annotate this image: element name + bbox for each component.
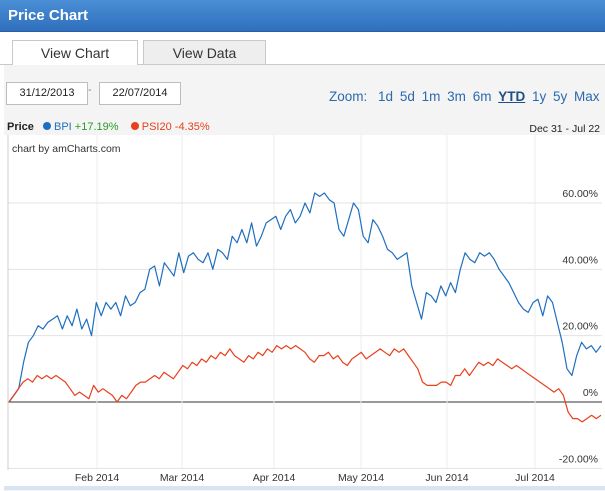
tab-bar: View Chart View Data — [0, 32, 605, 65]
series-line-psi20 — [8, 345, 602, 423]
date-range-label: Dec 31 - Jul 22 — [529, 123, 600, 135]
zoom-1m-button[interactable]: 1m — [422, 89, 441, 104]
x-tick-label: Apr 2014 — [253, 472, 296, 484]
legend-bpi-name[interactable]: BPI — [54, 121, 72, 133]
legend-psi20-name[interactable]: PSI20 — [142, 121, 172, 133]
zoom-5y-button[interactable]: 5y — [553, 89, 567, 104]
legend-bpi-change: +17.19% — [74, 121, 119, 133]
zoom-3m-button[interactable]: 3m — [447, 89, 466, 104]
chart-legend: Price BPI +17.19% PSI20 -4.35% — [7, 121, 210, 133]
date-to-input[interactable]: 22/07/2014 — [99, 82, 181, 105]
zoom-controls: Zoom: 1d 5d 1m 3m 6m YTD 1y 5y Max — [329, 89, 600, 104]
psi20-marker-icon — [130, 122, 139, 130]
y-tick-label: 60.00% — [562, 188, 598, 200]
chart-area: 60.00% 40.00% 20.00% 0% -20.00% Feb 2014 Mar 2… — [4, 135, 605, 490]
zoom-6m-button[interactable]: 6m — [473, 89, 492, 104]
x-tick-label: Mar 2014 — [160, 472, 205, 484]
y-tick-label: 0% — [583, 387, 598, 399]
chart-credit: chart by amCharts.com — [12, 143, 121, 155]
title-bar: Price Chart — [0, 0, 605, 32]
x-tick-label: Jun 2014 — [425, 472, 468, 484]
bpi-marker-icon — [42, 122, 51, 130]
zoom-ytd-button[interactable]: YTD — [498, 89, 525, 104]
y-tick-label: 40.00% — [562, 254, 598, 266]
x-tick-label: May 2014 — [338, 472, 384, 484]
legend-title: Price — [7, 121, 34, 133]
x-tick-label: Feb 2014 — [75, 472, 120, 484]
legend-psi20-change: -4.35% — [174, 121, 210, 133]
y-tick-label: 20.00% — [562, 321, 598, 333]
date-separator: - — [88, 84, 92, 96]
y-tick-label: -20.00% — [559, 453, 598, 465]
date-from-input[interactable]: 31/12/2013 — [6, 82, 88, 105]
series-line-bpi — [8, 192, 602, 403]
x-tick-label: Jul 2014 — [515, 472, 555, 484]
price-chart[interactable]: 60.00% 40.00% 20.00% 0% -20.00% Feb 2014 Mar 2… — [4, 135, 605, 490]
zoom-1y-button[interactable]: 1y — [532, 89, 546, 104]
zoom-1d-button[interactable]: 1d — [378, 89, 393, 104]
tab-view-chart[interactable]: View Chart — [12, 40, 138, 65]
zoom-5d-button[interactable]: 5d — [400, 89, 415, 104]
tab-view-data[interactable]: View Data — [143, 40, 266, 64]
window-title: Price Chart — [8, 7, 89, 24]
chart-scrollbar[interactable] — [4, 486, 605, 490]
zoom-max-button[interactable]: Max — [574, 89, 600, 104]
zoom-label: Zoom: — [329, 89, 368, 104]
